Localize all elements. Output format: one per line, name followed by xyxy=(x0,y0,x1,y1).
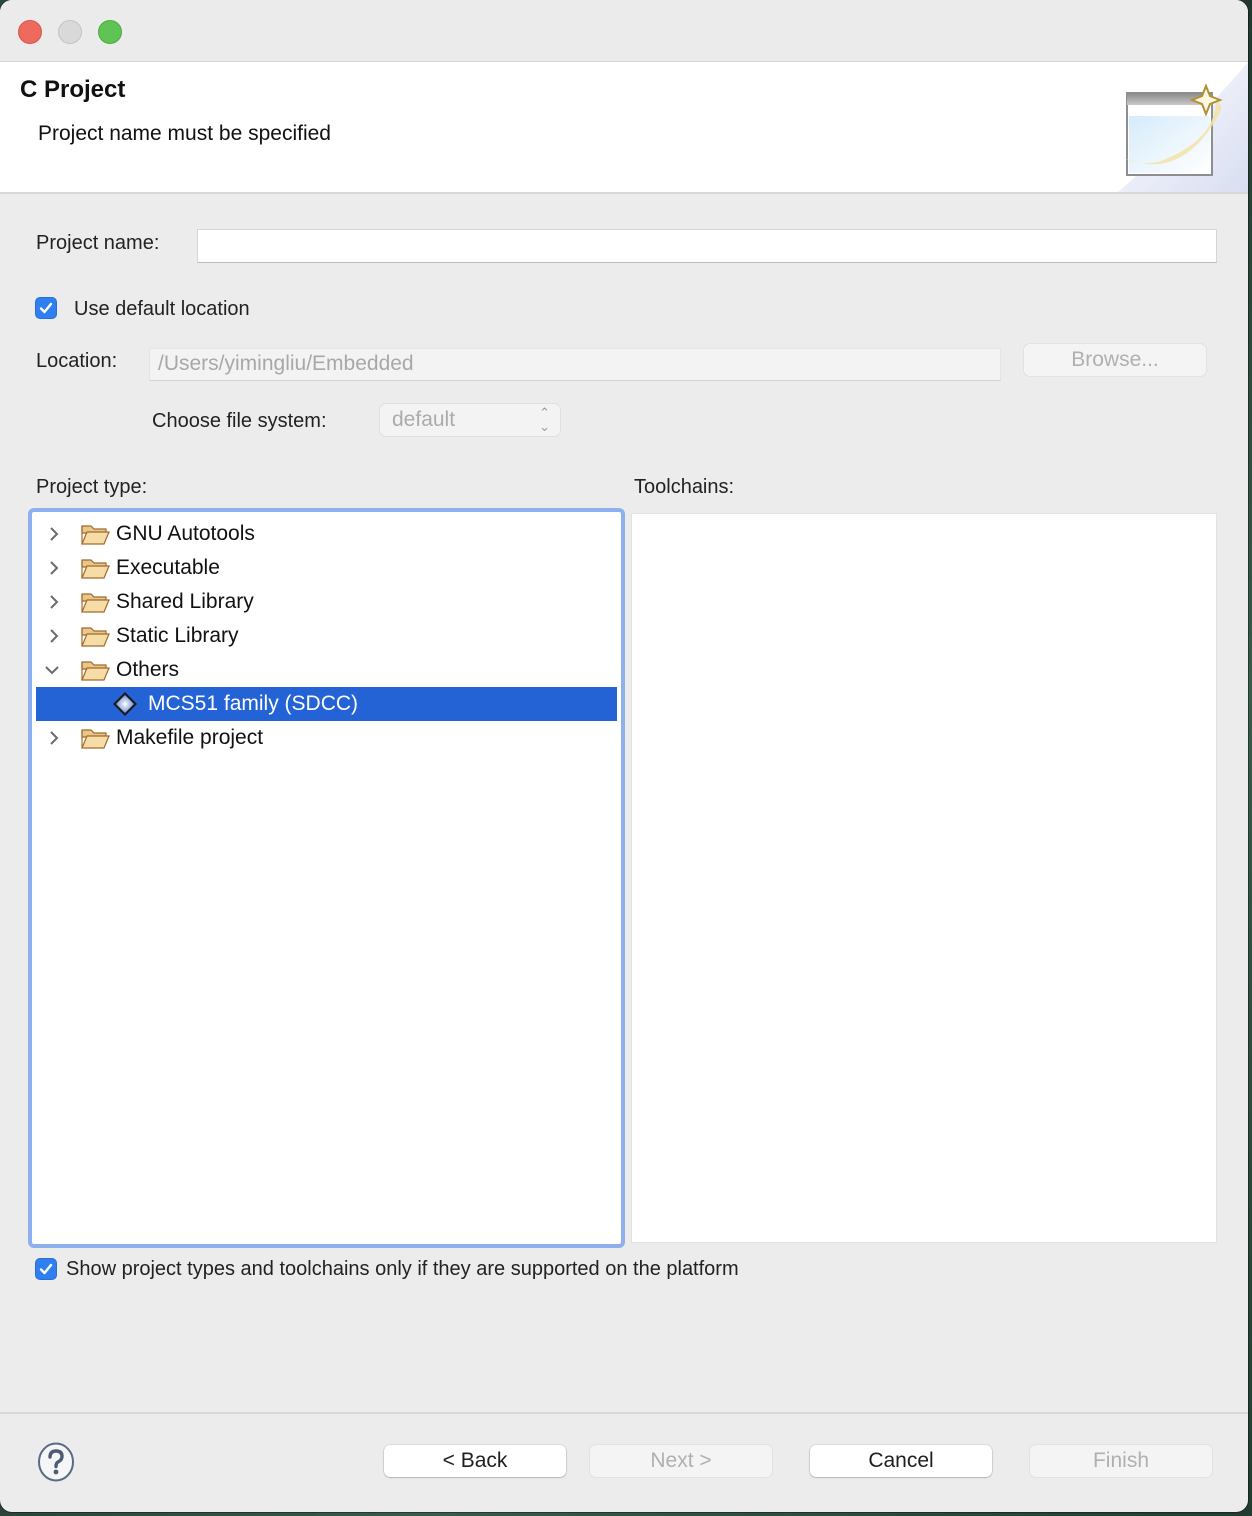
close-window-button[interactable] xyxy=(18,20,42,44)
tree-item-label: Shared Library xyxy=(116,590,254,613)
toolchains-list[interactable] xyxy=(631,513,1217,1243)
use-default-location-checkbox[interactable] xyxy=(35,297,57,319)
c-project-wizard-window: C Project Project name must be specified xyxy=(0,0,1248,1512)
folder-open-icon xyxy=(81,729,110,749)
new-project-wizard-icon xyxy=(1118,62,1248,192)
chevron-right-icon[interactable] xyxy=(44,721,64,755)
folder-open-icon xyxy=(81,593,110,613)
project-name-label: Project name: xyxy=(36,232,160,254)
tree-item-executable[interactable]: Executable xyxy=(36,551,617,585)
chevron-right-icon[interactable] xyxy=(44,517,64,551)
tree-item-gnu-autotools[interactable]: GNU Autotools xyxy=(36,517,617,551)
checkmark-icon xyxy=(39,302,53,314)
toolchains-label: Toolchains: xyxy=(634,476,735,498)
folder-open-icon xyxy=(81,627,110,647)
location-input[interactable]: /Users/yimingliu/Embedded xyxy=(149,348,1001,381)
use-default-location-label: Use default location xyxy=(74,298,250,320)
chevron-right-icon[interactable] xyxy=(44,619,64,653)
tree-item-label: Executable xyxy=(116,556,220,579)
chevron-right-icon[interactable] xyxy=(44,551,64,585)
footer-divider xyxy=(0,1412,1248,1414)
project-name-input[interactable] xyxy=(197,229,1217,263)
browse-button[interactable]: Browse... xyxy=(1024,344,1206,376)
tree-item-makefile-project[interactable]: Makefile project xyxy=(36,721,617,755)
tree-item-label: GNU Autotools xyxy=(116,522,255,545)
project-type-label: Project type: xyxy=(36,476,148,498)
wizard-banner: C Project Project name must be specified xyxy=(0,62,1248,194)
folder-open-icon xyxy=(81,559,110,579)
chevron-down-icon[interactable] xyxy=(42,653,62,687)
title-bar xyxy=(0,0,1248,62)
tree-item-mcs51-family-sdcc[interactable]: MCS51 family (SDCC) xyxy=(36,687,617,721)
tree-item-others[interactable]: Others xyxy=(36,653,617,687)
file-system-value: default xyxy=(392,408,456,431)
help-icon[interactable] xyxy=(36,1442,76,1482)
checkmark-icon xyxy=(39,1263,53,1275)
back-button[interactable]: < Back xyxy=(384,1445,566,1477)
chevron-right-icon[interactable] xyxy=(44,585,64,619)
tree-item-label: MCS51 family (SDCC) xyxy=(148,692,359,715)
file-system-select[interactable]: default ⌃ ⌄ xyxy=(380,404,560,436)
up-down-chevron-icon: ⌃ ⌄ xyxy=(539,405,550,434)
validation-message: Project name must be specified xyxy=(38,122,331,145)
show-supported-only-checkbox[interactable] xyxy=(35,1258,57,1280)
next-button[interactable]: Next > xyxy=(590,1445,772,1477)
folder-open-icon xyxy=(81,525,110,545)
location-label: Location: xyxy=(36,350,118,372)
tree-item-label: Makefile project xyxy=(116,726,264,749)
project-type-tree[interactable]: GNU Autotools Executable Shared Library … xyxy=(28,508,625,1248)
project-type-diamond-icon xyxy=(113,692,137,716)
minimize-window-button[interactable] xyxy=(58,20,82,44)
cancel-button[interactable]: Cancel xyxy=(810,1445,992,1477)
tree-item-label: Static Library xyxy=(116,624,239,647)
finish-button[interactable]: Finish xyxy=(1030,1445,1212,1477)
page-title: C Project xyxy=(20,76,126,103)
maximize-window-button[interactable] xyxy=(98,20,122,44)
folder-open-icon xyxy=(81,661,110,681)
tree-item-shared-library[interactable]: Shared Library xyxy=(36,585,617,619)
show-supported-only-label: Show project types and toolchains only i… xyxy=(66,1258,739,1280)
tree-item-label: Others xyxy=(116,658,180,681)
file-system-label: Choose file system: xyxy=(152,410,327,432)
tree-item-static-library[interactable]: Static Library xyxy=(36,619,617,653)
